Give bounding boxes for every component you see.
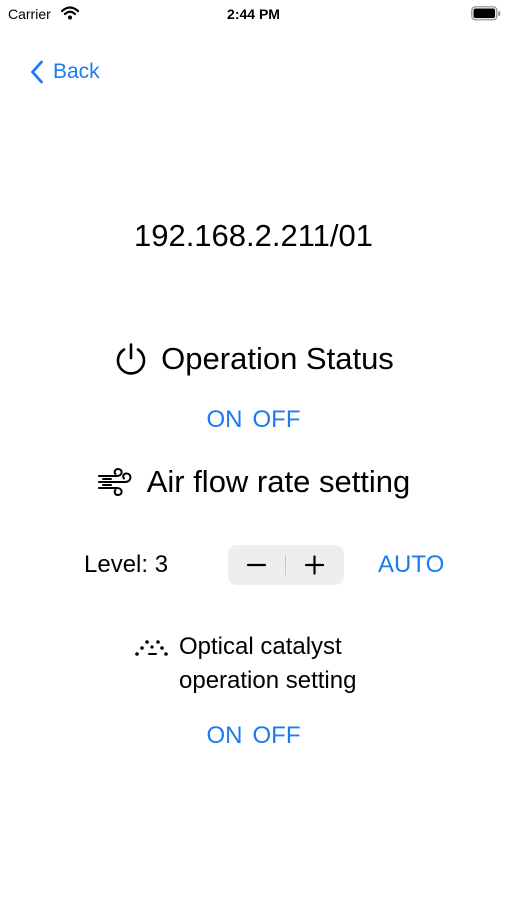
chevron-left-icon: [31, 60, 43, 84]
stepper-decrement-button[interactable]: [228, 545, 286, 585]
catalyst-off-button[interactable]: OFF: [253, 720, 301, 752]
air-flow-title: Air flow rate setting: [146, 464, 411, 499]
battery-icon: [471, 6, 501, 21]
operation-status-controls: ON OFF: [0, 404, 507, 436]
catalyst-on-button[interactable]: ON: [207, 720, 243, 752]
plus-icon: [304, 555, 325, 575]
level-stepper[interactable]: [228, 545, 344, 585]
sparkle-dots-icon: [135, 640, 168, 656]
back-label: Back: [53, 60, 100, 83]
operation-off-button[interactable]: OFF: [253, 404, 301, 436]
optical-catalyst-title-line1: Optical catalyst: [179, 633, 342, 660]
minus-icon: [246, 563, 267, 567]
air-flow-level: Level: 3: [84, 551, 169, 578]
optical-catalyst-title-line2: operation setting: [179, 667, 357, 694]
device-address: 192.168.2.211/01: [133, 218, 374, 253]
operation-status-title: Operation Status: [161, 341, 394, 376]
operation-status-header: Operation Status: [0, 337, 507, 381]
optical-catalyst-title: Optical catalyst operation setting: [179, 630, 419, 698]
wind-icon: [97, 467, 132, 497]
auto-button[interactable]: AUTO: [378, 550, 444, 580]
operation-on-button[interactable]: ON: [207, 404, 243, 436]
status-time: 2:44 PM: [227, 6, 280, 22]
power-icon: [116, 343, 146, 375]
back-button[interactable]: Back: [30, 58, 100, 86]
optical-catalyst-controls: ON OFF: [0, 720, 507, 752]
stepper-increment-button[interactable]: [286, 545, 344, 585]
air-flow-header: Air flow rate setting: [0, 460, 507, 504]
